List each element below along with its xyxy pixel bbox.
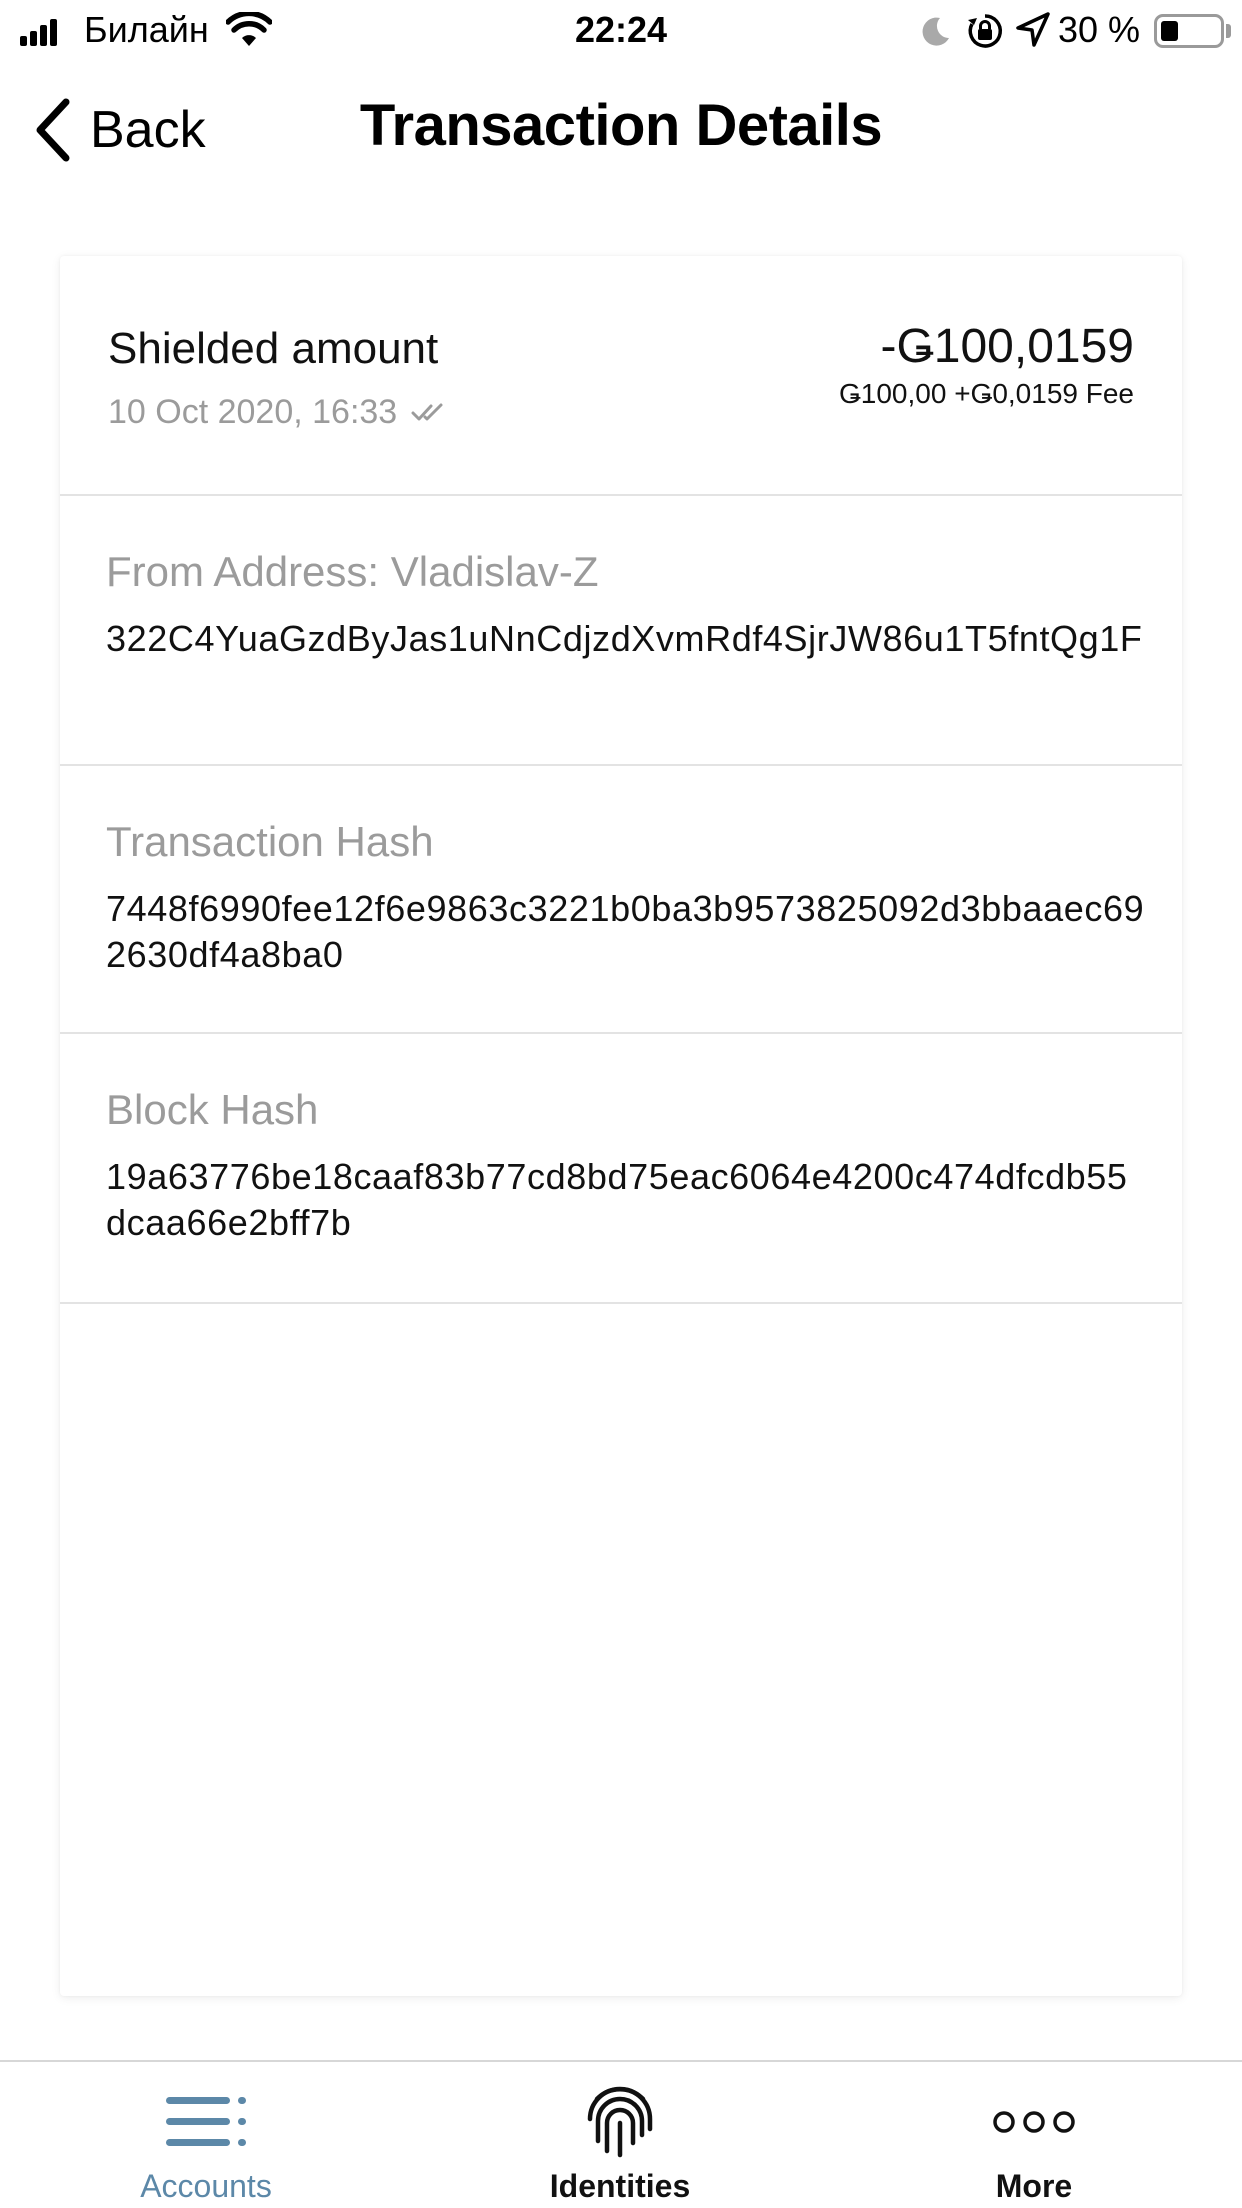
orientation-lock-icon (968, 14, 1002, 48)
transaction-amount: -Ǥ100,0159 (880, 320, 1134, 373)
tab-accounts-label: Accounts (140, 2168, 272, 2204)
tab-accounts[interactable]: Accounts (56, 2062, 356, 2208)
battery-level (1161, 21, 1178, 41)
transaction-date-row: 10 Oct 2020, 16:33 (108, 390, 449, 434)
transaction-date: 10 Oct 2020, 16:33 (108, 393, 398, 431)
transaction-fee-breakdown: Ǥ100,00 +Ǥ0,0159 Fee (839, 378, 1134, 409)
block-hash-label: Block Hash (106, 1086, 319, 1133)
page-title: Transaction Details (359, 93, 883, 158)
from-address-label: From Address: Vladislav-Z (106, 548, 599, 595)
fingerprint-icon (470, 2082, 770, 2162)
battery-percentage: 30 % (1058, 9, 1141, 50)
double-check-icon (411, 403, 443, 421)
tab-bar: Accounts Identities More (0, 2060, 1242, 2208)
transaction-card: Shielded amount 10 Oct 2020, 16:33 -Ǥ100… (60, 256, 1182, 1996)
transaction-hash-label: Transaction Hash (106, 818, 434, 865)
location-icon (1016, 12, 1050, 47)
tab-identities[interactable]: Identities (470, 2062, 770, 2208)
from-address-section: From Address: Vladislav-Z 322C4YuaGzdByJ… (60, 496, 1182, 766)
moon-icon (922, 17, 949, 46)
accounts-list-icon (56, 2082, 356, 2162)
battery-icon (1154, 14, 1224, 48)
from-address-value: 322C4YuaGzdByJas1uNnCdjzdXvmRdf4SjrJW86u… (106, 618, 1143, 659)
block-hash-value: 19a63776be18caaf83b77cd8bd75eac6064e4200… (106, 1156, 1128, 1243)
battery-nub (1226, 24, 1231, 38)
transaction-hash-value: 7448f6990fee12f6e9863c3221b0ba3b95738250… (106, 888, 1145, 975)
transaction-hash-section: Transaction Hash 7448f6990fee12f6e9863c3… (60, 766, 1182, 1034)
block-hash-section: Block Hash 19a63776be18caaf83b77cd8bd75e… (60, 1034, 1182, 1304)
status-bar: Билайн 22:24 30 % (0, 0, 1242, 64)
tab-more-label: More (995, 2168, 1073, 2204)
clock: 22:24 (574, 9, 668, 50)
tab-identities-label: Identities (549, 2168, 691, 2204)
tab-more[interactable]: More (884, 2062, 1184, 2208)
more-dots-icon (884, 2082, 1184, 2162)
transaction-title: Shielded amount (108, 324, 439, 373)
transaction-summary: Shielded amount 10 Oct 2020, 16:33 -Ǥ100… (60, 256, 1182, 496)
